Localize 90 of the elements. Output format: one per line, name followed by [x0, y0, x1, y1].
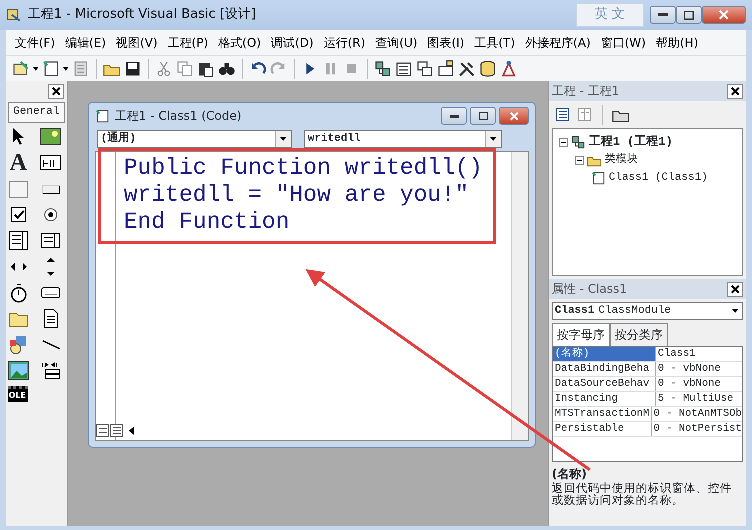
close-icon [719, 10, 729, 20]
panel-title: 工程 - 工程1 [552, 83, 620, 100]
save-icon[interactable] [124, 60, 142, 78]
close-button[interactable] [727, 282, 743, 296]
menu-item[interactable]: 外接程序(A) [520, 32, 596, 54]
maximize-icon [684, 10, 694, 20]
form-icon[interactable] [95, 108, 110, 124]
expand-toggle[interactable] [559, 138, 568, 146]
database-icon[interactable] [479, 60, 497, 78]
minimize-button[interactable] [441, 107, 467, 125]
window-title: 工程1 - Microsoft Visual Basic [设计] [28, 6, 256, 24]
minimize-icon [450, 114, 458, 118]
maximize-button[interactable] [470, 107, 496, 125]
data-control-icon[interactable] [40, 360, 62, 382]
property-name[interactable]: DataSourceBehav [553, 377, 656, 391]
label-tool[interactable]: A [8, 152, 30, 174]
property-value[interactable]: Class1 [656, 347, 696, 361]
scissors-icon[interactable] [155, 60, 173, 78]
object-selector[interactable]: Class1 ClassModule [552, 302, 743, 320]
property-value[interactable]: 0 - NotPersist [652, 422, 742, 436]
menu-item[interactable]: 工具(T) [470, 32, 520, 54]
app-icon[interactable] [6, 7, 22, 23]
property-value[interactable]: 0 - vbNone [656, 377, 722, 391]
layout-icon[interactable] [416, 60, 434, 78]
code-line: Public Function writedll() [124, 155, 484, 182]
tab[interactable]: 按字母序 [552, 323, 610, 347]
minimize-button[interactable] [650, 6, 676, 24]
dropdown-arrow-icon [280, 137, 287, 141]
description-title: (名称) [552, 468, 588, 480]
caret-icon[interactable] [33, 66, 39, 70]
maximize-button[interactable] [676, 6, 702, 24]
ole-tool[interactable]: OLE [8, 386, 28, 402]
property-name[interactable]: DataBindingBeha [553, 362, 656, 376]
code-editor[interactable]: Public Function writedll() writedll = "How are you!" End Function [95, 151, 529, 441]
menu-item[interactable]: 查询(U) [370, 32, 423, 54]
menu-item[interactable]: 图表(I) [422, 32, 470, 54]
toolbox-tab[interactable]: General [8, 102, 65, 122]
panel-title: 属性 - Class1 [552, 281, 628, 298]
window-title: 工程1 - Class1 (Code) [115, 108, 242, 125]
menu-item[interactable]: 调试(D) [266, 32, 319, 54]
close-button[interactable] [727, 84, 743, 98]
minimize-icon [658, 13, 668, 17]
caret-icon[interactable] [63, 66, 69, 70]
maximize-icon [478, 112, 488, 120]
tree-item[interactable]: 类模块 [605, 152, 638, 168]
form-icon[interactable] [42, 60, 60, 78]
browser-icon[interactable] [437, 60, 455, 78]
close-icon [510, 112, 518, 120]
close-icon [730, 86, 740, 96]
property-value[interactable]: 5 - MultiUse [656, 392, 734, 406]
menu-item[interactable]: 窗口(W) [596, 32, 652, 54]
description-text: 返回代码中使用的标识窗体、控件或数据访问对象的名称。 [552, 481, 732, 507]
component-icon[interactable] [500, 60, 518, 78]
view-code-icon[interactable] [555, 106, 571, 122]
vertical-scrollbar[interactable] [511, 152, 528, 440]
close-button[interactable] [48, 84, 64, 99]
property-name[interactable]: Persistable [553, 422, 652, 436]
menu-item[interactable]: 工程(P) [162, 32, 214, 54]
menu-item[interactable]: 格式(O) [213, 32, 266, 54]
menu-item[interactable]: 运行(R) [318, 32, 371, 54]
property-name[interactable]: MTSTransactionM [553, 407, 652, 421]
property-value[interactable]: 0 - vbNone [656, 362, 722, 376]
dropdown-arrow-icon [732, 309, 738, 313]
wizard-icon[interactable] [12, 60, 30, 78]
property-name[interactable]: Instancing [553, 392, 656, 406]
code-line: writedll = "How are you!" [124, 182, 470, 209]
code-line: End Function [124, 209, 291, 236]
list-box-icon[interactable] [8, 230, 30, 252]
close-icon [730, 284, 740, 294]
procedure-combo[interactable]: writedll [304, 130, 502, 148]
toolbox-icon[interactable] [458, 60, 476, 78]
menu-item[interactable]: 帮助(H) [651, 32, 704, 54]
dropdown-arrow-icon [490, 137, 497, 141]
object-combo[interactable]: (通用) [97, 130, 292, 148]
view-object-icon[interactable] [577, 106, 593, 122]
project-icon[interactable] [571, 134, 586, 150]
expand-toggle[interactable] [575, 156, 584, 164]
menu-item[interactable]: 文件(F) [10, 32, 60, 54]
property-name[interactable]: (名称) [553, 347, 656, 361]
menu-item[interactable]: 编辑(E) [60, 32, 112, 54]
image-icon[interactable] [8, 360, 30, 382]
form-icon[interactable] [591, 170, 606, 186]
tree-item[interactable]: Class1 (Class1) [609, 170, 708, 186]
menu-item[interactable]: 视图(V) [111, 32, 163, 54]
tab[interactable]: 按分类序 [610, 323, 668, 346]
property-value[interactable]: 0 - NotAnMTSOb [652, 407, 742, 421]
tree-item[interactable]: 工程1 (工程1) [589, 133, 674, 151]
close-icon [52, 87, 60, 96]
picture-box-icon[interactable] [40, 126, 62, 148]
project-icon[interactable] [374, 60, 392, 78]
